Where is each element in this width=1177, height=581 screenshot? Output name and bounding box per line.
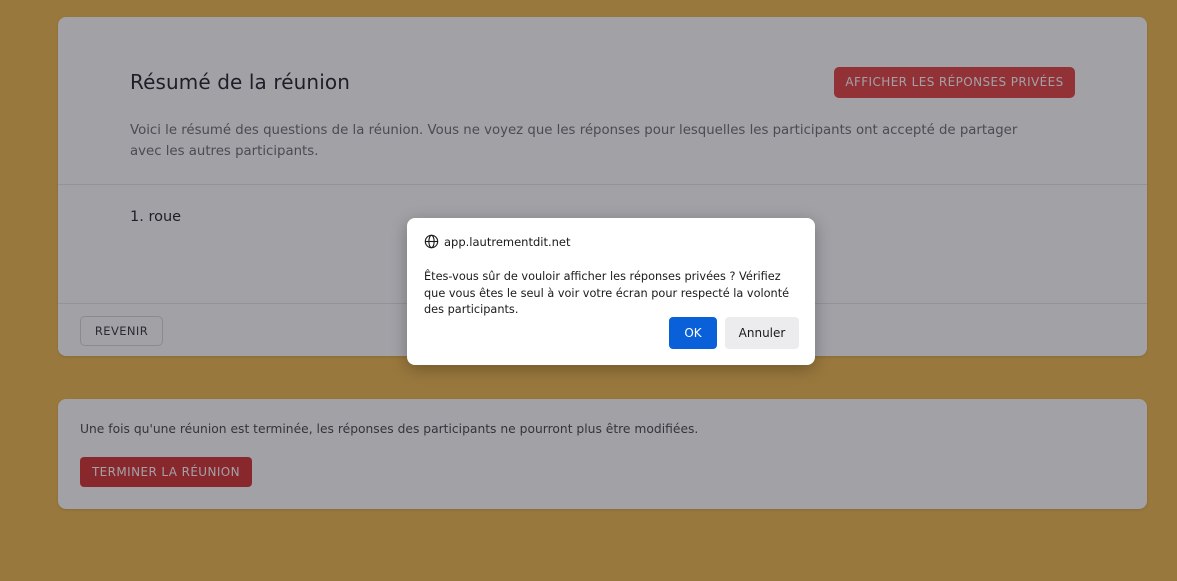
confirm-dialog: app.lautrementdit.net Êtes-vous sûr de v… (407, 218, 815, 365)
dialog-origin-text: app.lautrementdit.net (444, 234, 571, 249)
globe-icon (424, 234, 439, 249)
dialog-origin: app.lautrementdit.net (424, 234, 571, 249)
dialog-message: Êtes-vous sûr de vouloir afficher les ré… (424, 270, 790, 316)
cancel-button[interactable]: Annuler (725, 317, 799, 349)
ok-button[interactable]: OK (669, 317, 717, 349)
